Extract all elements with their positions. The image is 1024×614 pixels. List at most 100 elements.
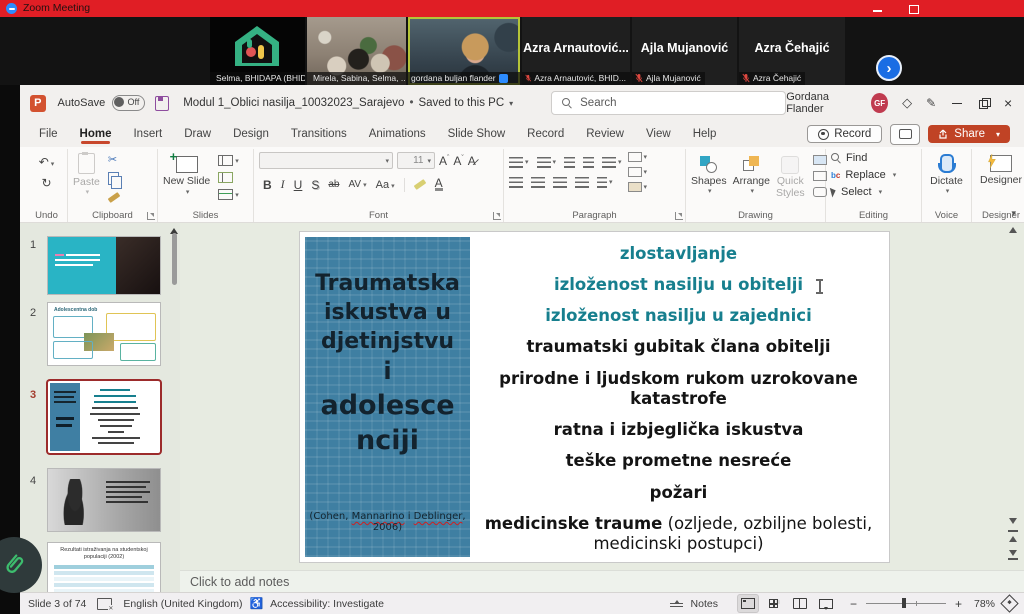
scroll-up-icon[interactable] bbox=[1009, 227, 1017, 233]
justify-icon[interactable] bbox=[575, 177, 589, 188]
pen-icon[interactable]: ✎ bbox=[926, 96, 936, 110]
previous-slide-icon[interactable] bbox=[1009, 536, 1017, 542]
slide-indicator[interactable]: Slide 3 of 74 bbox=[28, 598, 86, 610]
normal-view-button[interactable] bbox=[738, 595, 758, 612]
quick-styles-button[interactable]: Quick Styles bbox=[776, 152, 805, 208]
decrease-indent-icon[interactable] bbox=[564, 157, 575, 168]
shape-outline-icon[interactable] bbox=[813, 171, 827, 181]
comments-button[interactable] bbox=[890, 124, 920, 145]
align-left-icon[interactable] bbox=[509, 177, 523, 188]
align-text-button[interactable]: ▾ bbox=[628, 167, 648, 177]
slideshow-view-button[interactable] bbox=[816, 595, 836, 612]
participant-tile-selma[interactable]: Selma, BHIDAPA (BHID... bbox=[210, 17, 305, 85]
strikethrough-button[interactable]: ab bbox=[328, 179, 339, 190]
bullets-button[interactable]: ▾ bbox=[509, 157, 529, 168]
tab-help[interactable]: Help bbox=[682, 124, 728, 144]
paragraph-dialog-launcher[interactable] bbox=[675, 212, 683, 220]
redo-button[interactable]: ↻ bbox=[41, 177, 51, 189]
autosave-toggle[interactable]: Off bbox=[112, 95, 145, 111]
underline-button[interactable]: U bbox=[294, 178, 303, 192]
next-participants-button[interactable]: › bbox=[876, 55, 902, 81]
ppt-close-button[interactable]: × bbox=[1002, 96, 1014, 110]
slide-sorter-view-button[interactable] bbox=[764, 595, 784, 612]
panel-scrollbar-thumb[interactable] bbox=[172, 233, 177, 285]
font-color-button[interactable]: A bbox=[435, 178, 443, 192]
slide-thumbnail-3[interactable] bbox=[48, 381, 160, 453]
smartart-button[interactable]: ▾ bbox=[628, 182, 648, 192]
designer-button[interactable]: Designer bbox=[977, 152, 1024, 186]
numbering-button[interactable]: ▾ bbox=[537, 157, 557, 168]
clear-formatting-button[interactable]: A̷ bbox=[468, 154, 476, 168]
paste-button[interactable]: Paste ▾ bbox=[73, 153, 100, 196]
copy-icon[interactable] bbox=[108, 172, 119, 185]
search-input[interactable]: Search bbox=[551, 91, 786, 115]
font-size-combo[interactable]: 11▾ bbox=[397, 152, 435, 169]
find-button[interactable]: Find bbox=[831, 152, 916, 164]
reading-view-button[interactable] bbox=[790, 595, 810, 612]
notes-toggle-button[interactable]: Notes bbox=[691, 598, 718, 610]
reset-button[interactable] bbox=[218, 172, 233, 183]
shapes-button[interactable]: Shapes ▾ bbox=[691, 152, 727, 208]
change-case-button[interactable]: Aa▾ bbox=[376, 179, 395, 191]
next-slide-icon[interactable] bbox=[1009, 550, 1017, 556]
zoom-in-button[interactable]: + bbox=[955, 597, 962, 611]
zoom-slider[interactable] bbox=[866, 603, 946, 604]
undo-button[interactable]: ↶▾ bbox=[39, 156, 55, 168]
record-button[interactable]: Record bbox=[807, 125, 882, 143]
line-spacing-button[interactable]: ▾ bbox=[602, 157, 622, 168]
slide-thumbnail-1[interactable] bbox=[48, 237, 160, 294]
tab-draw[interactable]: Draw bbox=[173, 124, 222, 144]
slide-title-box[interactable]: Traumatska iskustva u djetinjstvu i adol… bbox=[305, 237, 470, 557]
zoom-minimize-button[interactable] bbox=[872, 4, 884, 14]
save-icon[interactable] bbox=[155, 96, 169, 111]
character-spacing-button[interactable]: AV▾ bbox=[348, 179, 366, 190]
slide-body-list[interactable]: zlostavljanje izloženost nasilju u obite… bbox=[472, 244, 885, 556]
replace-button[interactable]: bcReplace▾ bbox=[831, 169, 916, 181]
align-right-icon[interactable] bbox=[553, 177, 567, 188]
tab-view[interactable]: View bbox=[635, 124, 682, 144]
document-title[interactable]: Modul 1_Oblici nasilja_10032023_Sarajevo… bbox=[183, 97, 513, 109]
user-name[interactable]: Gordana Flander bbox=[786, 91, 857, 115]
participant-tile-ajla[interactable]: Ajla Mujanović Ajla Mujanović bbox=[632, 17, 737, 85]
zoom-level[interactable]: 78% bbox=[974, 598, 995, 610]
participant-tile-azra-cehajic[interactable]: Azra Čehajić Azra Čehajić bbox=[739, 17, 845, 85]
text-shadow-button[interactable]: S bbox=[311, 178, 319, 192]
vertical-scrollbar[interactable] bbox=[1008, 225, 1020, 568]
shrink-font-button[interactable]: Aˇ bbox=[453, 154, 463, 168]
columns-button[interactable]: ▾ bbox=[597, 177, 613, 188]
tab-slide-show[interactable]: Slide Show bbox=[437, 124, 517, 144]
gem-icon[interactable]: ◇ bbox=[902, 95, 912, 111]
notes-pane[interactable]: Click to add notes bbox=[180, 570, 1024, 592]
shape-effects-icon[interactable] bbox=[813, 187, 827, 197]
fit-slide-to-window-icon[interactable] bbox=[1000, 594, 1018, 612]
display-settings-icon[interactable] bbox=[97, 598, 112, 610]
italic-button[interactable]: I bbox=[281, 177, 285, 192]
zoom-out-button[interactable]: − bbox=[850, 597, 857, 611]
new-slide-button[interactable]: New Slide ▾ bbox=[163, 156, 210, 195]
dictate-button[interactable]: Dictate ▾ bbox=[927, 152, 966, 195]
highlight-button[interactable] bbox=[413, 179, 426, 190]
avatar[interactable]: GF bbox=[871, 93, 888, 113]
scroll-down-icon[interactable] bbox=[1009, 518, 1017, 524]
collapse-ribbon-button[interactable]: ▾ bbox=[1011, 208, 1016, 219]
increase-indent-icon[interactable] bbox=[583, 157, 594, 168]
text-direction-button[interactable]: ▾ bbox=[628, 152, 648, 162]
tab-transitions[interactable]: Transitions bbox=[280, 124, 358, 144]
tab-review[interactable]: Review bbox=[575, 124, 635, 144]
grow-font-button[interactable]: Aˆ bbox=[439, 154, 449, 168]
participant-tile-gordana[interactable]: gordana buljan flander bbox=[408, 17, 520, 85]
select-button[interactable]: Select▾ bbox=[831, 186, 916, 198]
arrange-button[interactable]: Arrange ▾ bbox=[733, 152, 770, 208]
accessibility-status[interactable]: Accessibility: Investigate bbox=[270, 598, 384, 610]
format-painter-icon[interactable] bbox=[108, 192, 121, 203]
tab-design[interactable]: Design bbox=[222, 124, 280, 144]
clipboard-dialog-launcher[interactable] bbox=[147, 212, 155, 220]
layout-button[interactable]: ▾ bbox=[218, 155, 239, 166]
align-center-icon[interactable] bbox=[531, 177, 545, 188]
participant-tile-azra-arnautovic[interactable]: Azra Arnautović... Azra Arnautović, BHID… bbox=[522, 17, 630, 85]
slide-thumbnail-2[interactable]: Adolescentna dob bbox=[48, 303, 160, 365]
ppt-restore-button[interactable] bbox=[976, 96, 988, 110]
current-slide[interactable]: Traumatska iskustva u djetinjstvu i adol… bbox=[300, 232, 889, 562]
shape-fill-icon[interactable] bbox=[813, 155, 827, 165]
share-button[interactable]: Share▾ bbox=[928, 125, 1010, 143]
